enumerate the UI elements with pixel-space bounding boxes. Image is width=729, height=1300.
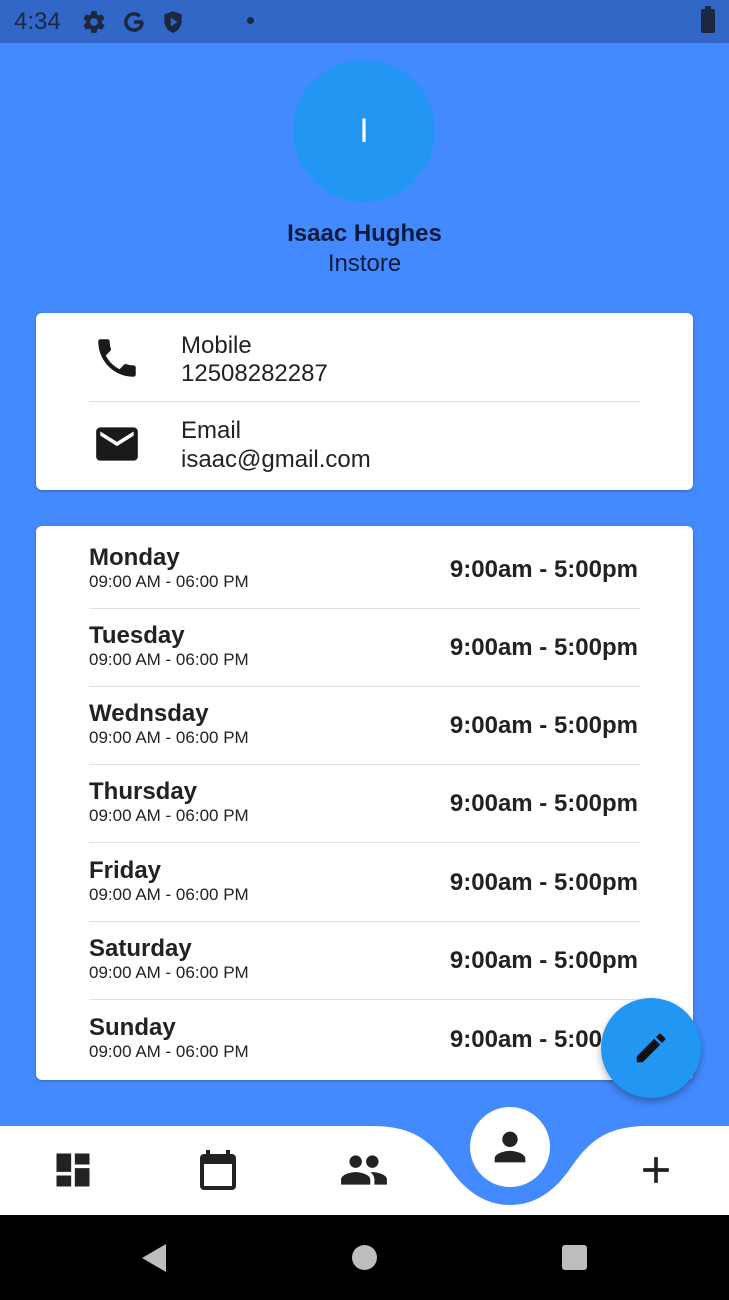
- schedule-row-friday[interactable]: Friday 09:00 AM - 06:00 PM 9:00am - 5:00…: [36, 839, 693, 917]
- nav-add-button[interactable]: [631, 1145, 681, 1195]
- schedule-row-thursday[interactable]: Thursday 09:00 AM - 06:00 PM 9:00am - 5:…: [36, 760, 693, 838]
- email-label: Email: [181, 417, 242, 444]
- status-time: 4:34: [14, 8, 61, 35]
- profile-name: Isaac Hughes: [287, 220, 442, 247]
- contact-row-mobile[interactable]: Mobile 12508282287: [36, 313, 693, 399]
- contact-row-email[interactable]: Email isaac@gmail.com: [36, 401, 693, 487]
- calendar-icon: [200, 1150, 236, 1190]
- day-range: 09:00 AM - 06:00 PM: [89, 728, 249, 747]
- day-hours: 9:00am - 5:00pm: [449, 947, 638, 974]
- day-range: 09:00 AM - 06:00 PM: [89, 885, 249, 904]
- add-icon: [643, 1157, 669, 1183]
- status-bar: 4:34: [0, 0, 729, 43]
- day-range: 09:00 AM - 06:00 PM: [89, 650, 249, 669]
- day-label: Sunday: [89, 1014, 176, 1041]
- schedule-row-monday[interactable]: Monday 09:00 AM - 06:00 PM 9:00am - 5:00…: [36, 526, 693, 604]
- day-label: Tuesday: [89, 622, 185, 649]
- avatar: I: [293, 60, 435, 202]
- settings-icon: [83, 11, 105, 33]
- email-value: isaac@gmail.com: [181, 446, 371, 473]
- edit-fab-button[interactable]: [601, 998, 701, 1098]
- day-hours: 9:00am - 5:00pm: [449, 869, 638, 896]
- day-range: 09:00 AM - 06:00 PM: [89, 963, 249, 982]
- day-label: Thursday: [89, 778, 198, 805]
- schedule-row-wednesday[interactable]: Wednsday 09:00 AM - 06:00 PM 9:00am - 5:…: [36, 682, 693, 760]
- nav-dashboard-button[interactable]: [48, 1145, 98, 1195]
- day-label: Wednsday: [89, 700, 209, 727]
- recents-icon[interactable]: [562, 1245, 587, 1270]
- day-label: Saturday: [89, 935, 192, 962]
- day-range: 09:00 AM - 06:00 PM: [89, 1042, 249, 1061]
- nav-profile-button[interactable]: [470, 1107, 550, 1187]
- schedule-row-saturday[interactable]: Saturday 09:00 AM - 06:00 PM 9:00am - 5:…: [36, 917, 693, 995]
- battery-icon: [701, 6, 715, 33]
- day-hours: 9:00am - 5:00pm: [449, 556, 638, 583]
- back-icon[interactable]: [140, 1243, 168, 1273]
- day-range: 09:00 AM - 06:00 PM: [89, 572, 249, 591]
- person-icon: [494, 1131, 526, 1163]
- mail-icon: [96, 427, 138, 461]
- google-icon: [124, 12, 144, 32]
- phone-icon: [98, 339, 136, 377]
- day-hours: 9:00am - 5:00pm: [449, 712, 638, 739]
- pencil-icon: [636, 1033, 666, 1063]
- people-icon: [341, 1155, 387, 1185]
- contact-card: Mobile 12508282287 Email isaac@gmail.com: [36, 313, 693, 490]
- hours-card: Monday 09:00 AM - 06:00 PM 9:00am - 5:00…: [36, 526, 693, 1080]
- dashboard-icon: [56, 1153, 90, 1187]
- day-range: 09:00 AM - 06:00 PM: [89, 806, 249, 825]
- notification-dot: [247, 17, 254, 24]
- profile-role: Instore: [327, 250, 402, 277]
- day-hours: 9:00am - 5:00pm: [449, 790, 638, 817]
- day-hours: 9:00am - 5:00pm: [449, 634, 638, 661]
- schedule-row-sunday[interactable]: Sunday 09:00 AM - 06:00 PM 9:00am - 5:00…: [36, 996, 693, 1074]
- mobile-label: Mobile: [181, 332, 252, 359]
- nav-calendar-button[interactable]: [193, 1145, 243, 1195]
- nav-people-button[interactable]: [339, 1145, 389, 1195]
- schedule-row-tuesday[interactable]: Tuesday 09:00 AM - 06:00 PM 9:00am - 5:0…: [36, 604, 693, 682]
- shield-play-icon: [164, 11, 182, 33]
- mobile-value: 12508282287: [181, 360, 328, 387]
- day-label: Monday: [89, 544, 180, 571]
- day-label: Friday: [89, 857, 162, 884]
- home-icon[interactable]: [352, 1245, 377, 1270]
- system-nav-bar: [0, 1215, 729, 1300]
